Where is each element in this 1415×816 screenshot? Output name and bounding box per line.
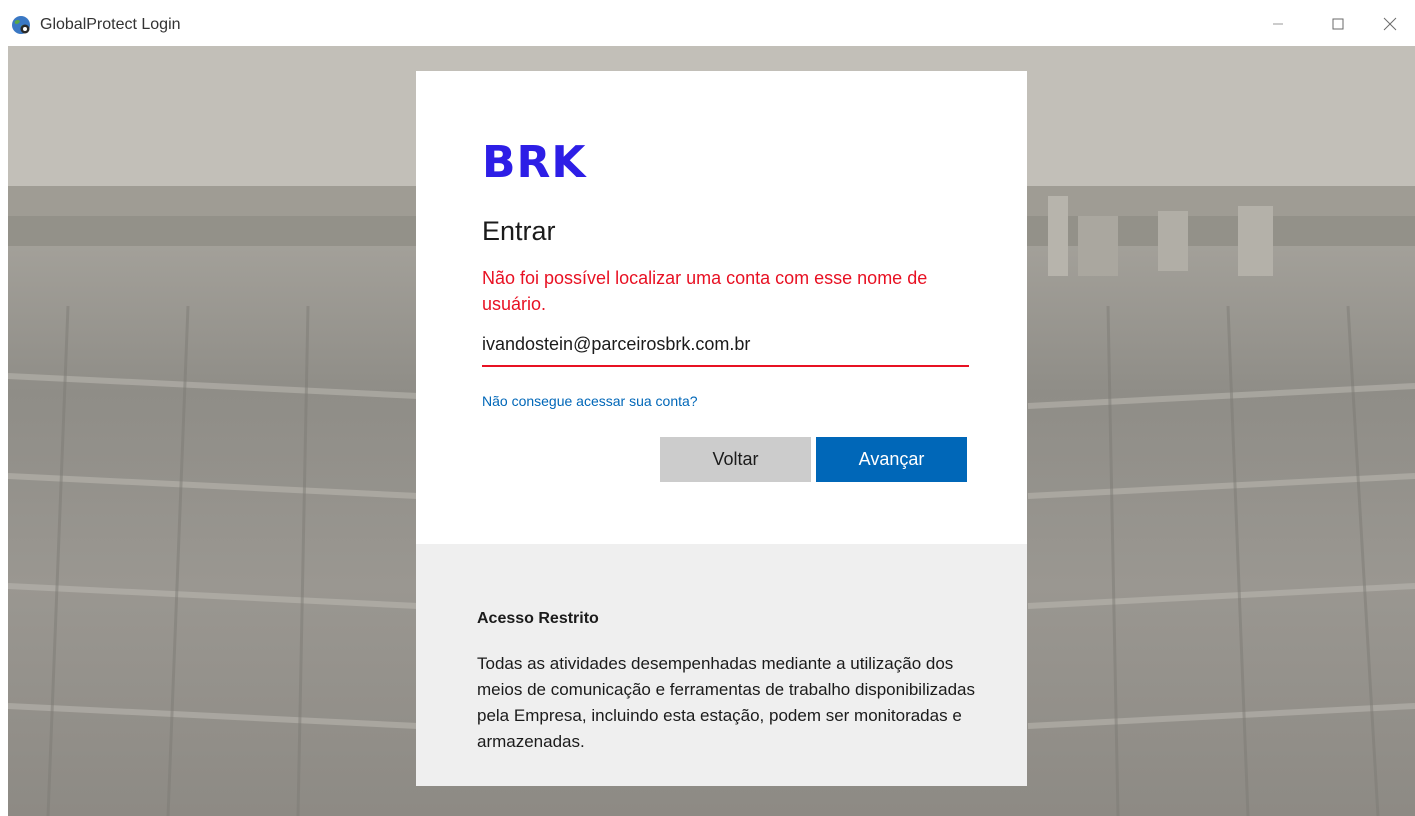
- email-field[interactable]: ivandostein@parceirosbrk.com.br: [482, 327, 969, 367]
- window-title: GlobalProtect Login: [40, 16, 181, 33]
- minimize-icon: [1273, 23, 1283, 25]
- notice-title: Acesso Restrito: [477, 610, 599, 627]
- brk-logo: BRK: [482, 137, 587, 183]
- next-button[interactable]: Avançar: [816, 437, 967, 482]
- login-content-area: BRK Entrar Não foi possível localizar um…: [8, 46, 1415, 816]
- notice-body: Todas as atividades desempenhadas median…: [477, 654, 976, 751]
- svg-text:BRK: BRK: [482, 137, 587, 183]
- error-message: Não foi possível localizar uma conta com…: [482, 268, 928, 314]
- sign-in-card: BRK Entrar Não foi possível localizar um…: [416, 71, 1027, 786]
- back-button[interactable]: Voltar: [660, 437, 811, 482]
- globalprotect-globe-icon: [12, 16, 30, 34]
- close-icon: [1383, 17, 1397, 31]
- page-title: Entrar: [482, 216, 556, 246]
- sign-in-panel: BRK Entrar Não foi possível localizar um…: [416, 71, 1027, 544]
- cant-access-account-link[interactable]: Não consegue acessar sua conta?: [482, 391, 698, 411]
- title-bar: GlobalProtect Login: [0, 0, 1415, 46]
- close-button[interactable]: [1372, 10, 1408, 38]
- minimize-button[interactable]: [1260, 10, 1296, 38]
- globalprotect-login-window: GlobalProtect Login BRK Entrar Não foi p…: [0, 0, 1415, 816]
- email-value[interactable]: ivandostein@parceirosbrk.com.br: [482, 331, 750, 357]
- maximize-button[interactable]: [1320, 10, 1356, 38]
- maximize-icon: [1332, 18, 1344, 30]
